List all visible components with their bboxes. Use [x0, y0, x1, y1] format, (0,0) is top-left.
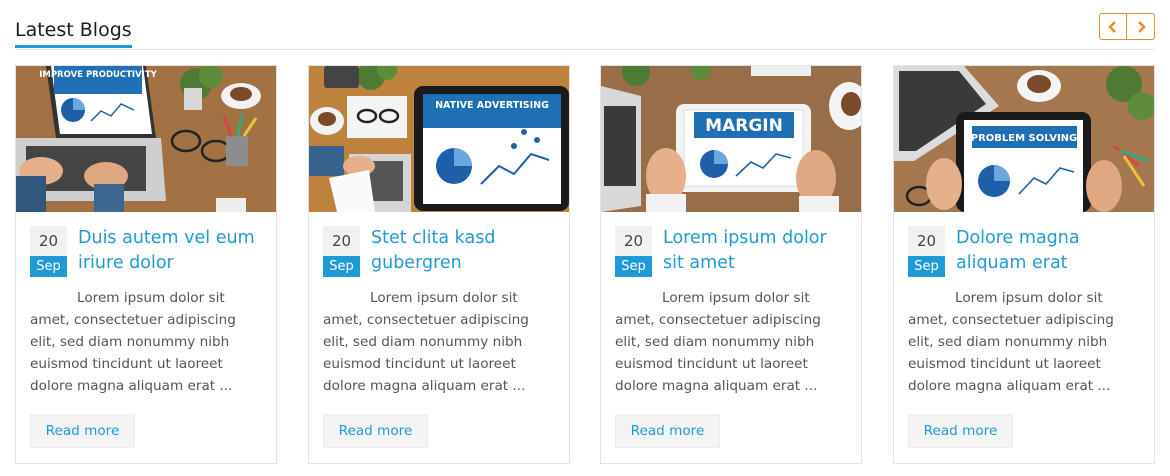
- post-title-link[interactable]: Lorem ipsum dolor sit amet: [663, 226, 851, 276]
- date-month: Sep: [908, 256, 945, 277]
- blog-image[interactable]: PROBLEM SOLVING: [894, 66, 1154, 212]
- section-header: Latest Blogs: [15, 0, 1155, 50]
- date-day: 20: [323, 226, 360, 256]
- post-title-link[interactable]: Stet clita kasd gubergren: [371, 226, 559, 276]
- blog-card: PROBLEM SOLVING 20 Sep Dolore magna aliq…: [893, 65, 1155, 464]
- post-excerpt: Lorem ipsum dolor sit amet, consectetuer…: [908, 290, 1114, 394]
- prev-button[interactable]: [1099, 13, 1127, 40]
- chevron-left-icon: [1108, 20, 1116, 33]
- blog-image[interactable]: MARGIN: [601, 66, 861, 212]
- date-day: 20: [908, 226, 945, 256]
- date-month: Sep: [323, 256, 360, 277]
- read-more-button[interactable]: Read more: [30, 414, 135, 448]
- date-day: 20: [30, 226, 67, 256]
- post-title-link[interactable]: Dolore magna aliquam erat: [956, 226, 1144, 276]
- section-title: Latest Blogs: [15, 18, 132, 48]
- read-more-button[interactable]: Read more: [615, 414, 720, 448]
- read-more-button[interactable]: Read more: [323, 414, 428, 448]
- image-caption: MARGIN: [705, 116, 783, 136]
- post-title-link[interactable]: Duis autem vel eum iriure dolor: [78, 226, 266, 276]
- blog-card: IMPROVE PRODUCTIVITY 20 Sep Duis autem v…: [15, 65, 277, 464]
- post-excerpt: Lorem ipsum dolor sit amet, consectetuer…: [615, 290, 821, 394]
- carousel-nav: [1099, 13, 1155, 40]
- post-excerpt: Lorem ipsum dolor sit amet, consectetuer…: [30, 290, 236, 394]
- image-caption: PROBLEM SOLVING: [971, 133, 1078, 144]
- next-button[interactable]: [1127, 13, 1155, 40]
- read-more-button[interactable]: Read more: [908, 414, 1013, 448]
- image-caption: NATIVE ADVERTISING: [435, 100, 549, 111]
- date-badge: 20 Sep: [323, 226, 360, 277]
- blog-card: MARGIN 20 Sep Lorem ipsum dolor sit amet…: [600, 65, 862, 464]
- date-month: Sep: [30, 256, 67, 277]
- post-excerpt: Lorem ipsum dolor sit amet, consectetuer…: [323, 290, 529, 394]
- date-badge: 20 Sep: [615, 226, 652, 277]
- date-day: 20: [615, 226, 652, 256]
- blog-image[interactable]: NATIVE ADVERTISING: [309, 66, 569, 212]
- blog-image[interactable]: IMPROVE PRODUCTIVITY: [16, 66, 276, 212]
- blog-card: NATIVE ADVERTISING 20 Sep Stet clita kas…: [308, 65, 570, 464]
- chevron-right-icon: [1137, 20, 1146, 33]
- date-month: Sep: [615, 256, 652, 277]
- image-caption: IMPROVE PRODUCTIVITY: [39, 70, 157, 80]
- date-badge: 20 Sep: [30, 226, 67, 277]
- date-badge: 20 Sep: [908, 226, 945, 277]
